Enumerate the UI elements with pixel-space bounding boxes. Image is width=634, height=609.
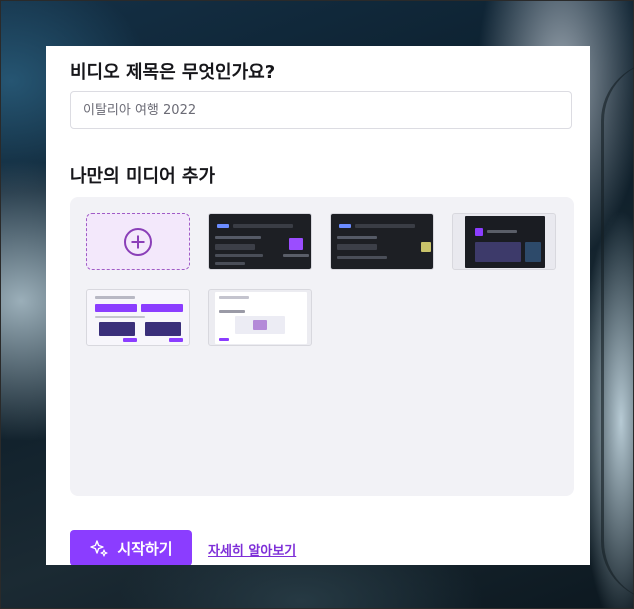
desktop-background: 비디오 제목은 무엇인가요? 나만의 미디어 추가 bbox=[0, 0, 634, 609]
screenshot-thumbnail-1[interactable] bbox=[208, 213, 312, 270]
video-title-input[interactable] bbox=[70, 91, 572, 129]
add-media-heading: 나만의 미디어 추가 bbox=[70, 166, 216, 187]
background-lens-edge bbox=[601, 61, 634, 601]
sparkle-icon bbox=[90, 540, 108, 557]
plus-circle-icon bbox=[124, 227, 152, 256]
learn-more-link[interactable]: 자세히 알아보기 bbox=[208, 540, 296, 559]
screenshot-thumbnail-4[interactable] bbox=[86, 289, 190, 346]
screenshot-thumbnail-3[interactable] bbox=[452, 213, 556, 270]
start-button-label: 시작하기 bbox=[117, 539, 173, 558]
create-video-panel: 비디오 제목은 무엇인가요? 나만의 미디어 추가 bbox=[46, 46, 590, 565]
screenshot-thumbnail-2[interactable] bbox=[330, 213, 434, 270]
video-title-question: 비디오 제목은 무엇인가요? bbox=[70, 62, 276, 83]
media-grid bbox=[70, 197, 574, 496]
screenshot-thumbnail-5[interactable] bbox=[208, 289, 312, 346]
add-media-button[interactable] bbox=[86, 213, 190, 270]
start-button[interactable]: 시작하기 bbox=[70, 530, 192, 565]
